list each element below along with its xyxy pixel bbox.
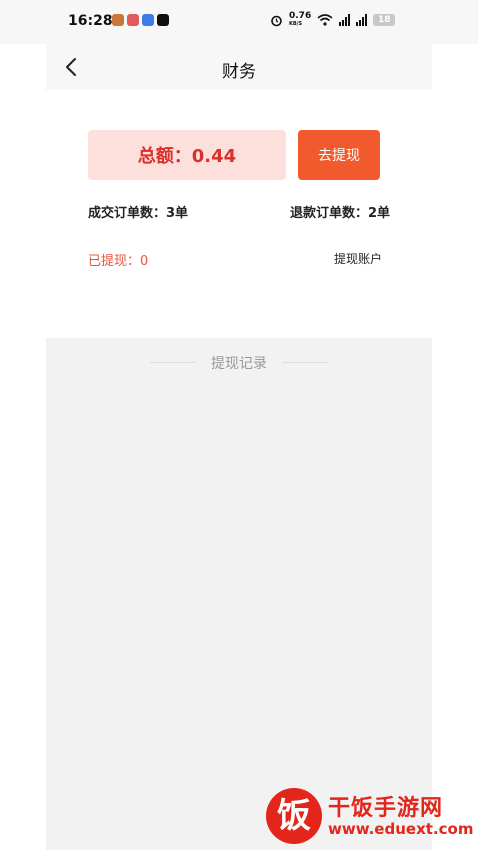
finance-summary-card: 总额：0.44 去提现 成交订单数：3单 退款订单数：2单 已提现：0 提现账户 — [46, 90, 432, 338]
notification-icons — [112, 14, 169, 26]
withdrawn-amount: 已提现：0 — [88, 254, 149, 269]
records-heading: 提现记录 — [211, 356, 267, 372]
divider-right — [282, 362, 328, 363]
total-amount: 总额：0.44 — [88, 130, 286, 180]
site-watermark: 饭 干饭手游网 www.eduext.com — [266, 786, 474, 846]
signal-icon-2 — [356, 14, 368, 26]
alarm-icon — [271, 15, 282, 26]
net-speed-unit: KB/S — [289, 21, 303, 27]
app-icon-orange — [112, 14, 124, 26]
withdraw-records-section: 提现记录 — [46, 338, 432, 850]
watermark-url: www.eduext.com — [328, 820, 474, 838]
withdraw-account-link[interactable]: 提现账户 — [334, 250, 382, 267]
wifi-icon — [317, 14, 333, 26]
withdraw-button[interactable]: 去提现 — [298, 130, 380, 180]
app-icon-red — [127, 14, 139, 26]
deal-orders-count: 成交订单数：3单 — [88, 206, 189, 221]
page-title: 财务 — [222, 62, 256, 82]
status-bar: 16:28 0.76 KB/S 18 — [0, 0, 478, 44]
tiktok-icon — [157, 14, 169, 26]
app-icon-blue — [142, 14, 154, 26]
battery-icon: 18 — [373, 14, 396, 26]
status-time: 16:28 — [68, 13, 113, 29]
net-speed: 0.76 KB/S — [289, 12, 311, 28]
status-indicators: 0.76 KB/S 18 — [270, 12, 396, 28]
signal-icon-1 — [339, 14, 351, 26]
watermark-name: 干饭手游网 — [328, 796, 444, 821]
refund-orders-count: 退款订单数：2单 — [289, 206, 390, 221]
nav-bar: 财务 — [46, 44, 432, 90]
net-speed-value: 0.76 — [289, 11, 312, 21]
watermark-logo: 饭 — [266, 788, 322, 844]
